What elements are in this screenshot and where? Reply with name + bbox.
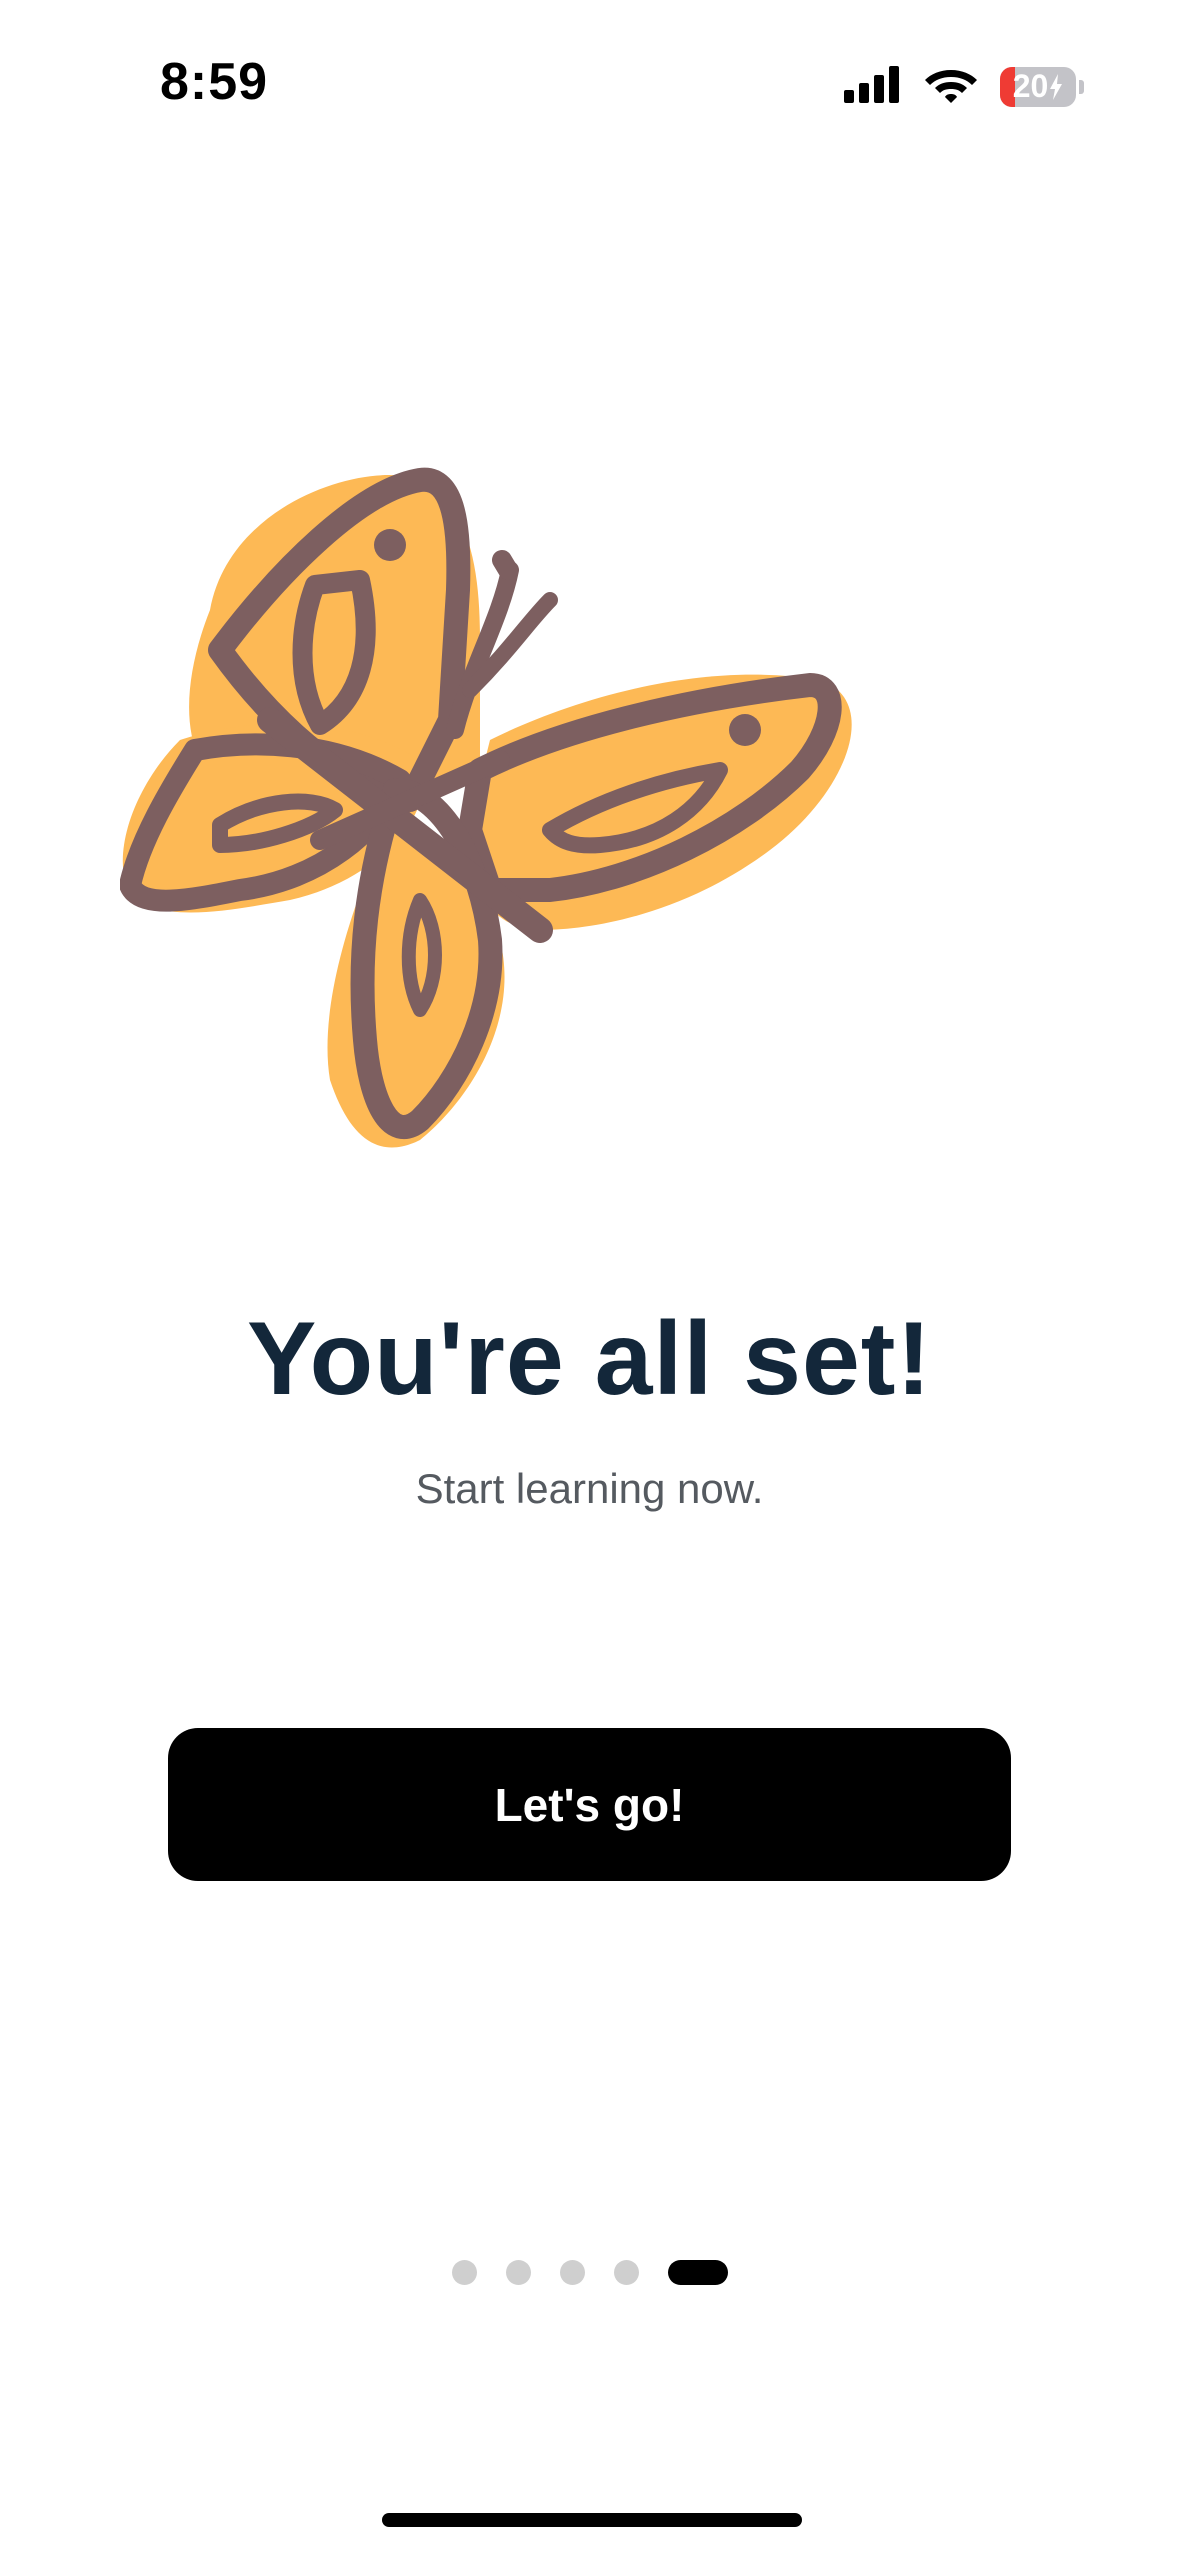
battery-indicator: 20 (1000, 66, 1084, 107)
status-icons: 20 (842, 64, 1084, 109)
status-time: 8:59 (160, 53, 269, 111)
charging-bolt-icon (1050, 73, 1063, 100)
page-dot[interactable] (505, 2260, 531, 2285)
page-subtitle: Start learning now. (415, 1465, 764, 1512)
home-indicator[interactable] (382, 2513, 802, 2527)
battery-charging-icon: 20 (1000, 66, 1076, 107)
page-title: You're all set! (246, 1301, 933, 1417)
cellular-signal-icon (842, 64, 902, 109)
battery-level-label: 20 (1012, 68, 1049, 104)
wifi-icon (924, 64, 978, 109)
page-indicator (0, 2260, 1179, 2285)
butterfly-illustration (119, 460, 880, 1180)
battery-cap (1079, 79, 1084, 94)
page-dot[interactable] (613, 2260, 639, 2285)
status-bar: 8:59 20 (0, 0, 1179, 150)
lets-go-button[interactable]: Let's go! (168, 1728, 1011, 1881)
page-dot-active[interactable] (667, 2260, 728, 2285)
page-dot[interactable] (451, 2260, 477, 2285)
page-dot[interactable] (559, 2260, 585, 2285)
